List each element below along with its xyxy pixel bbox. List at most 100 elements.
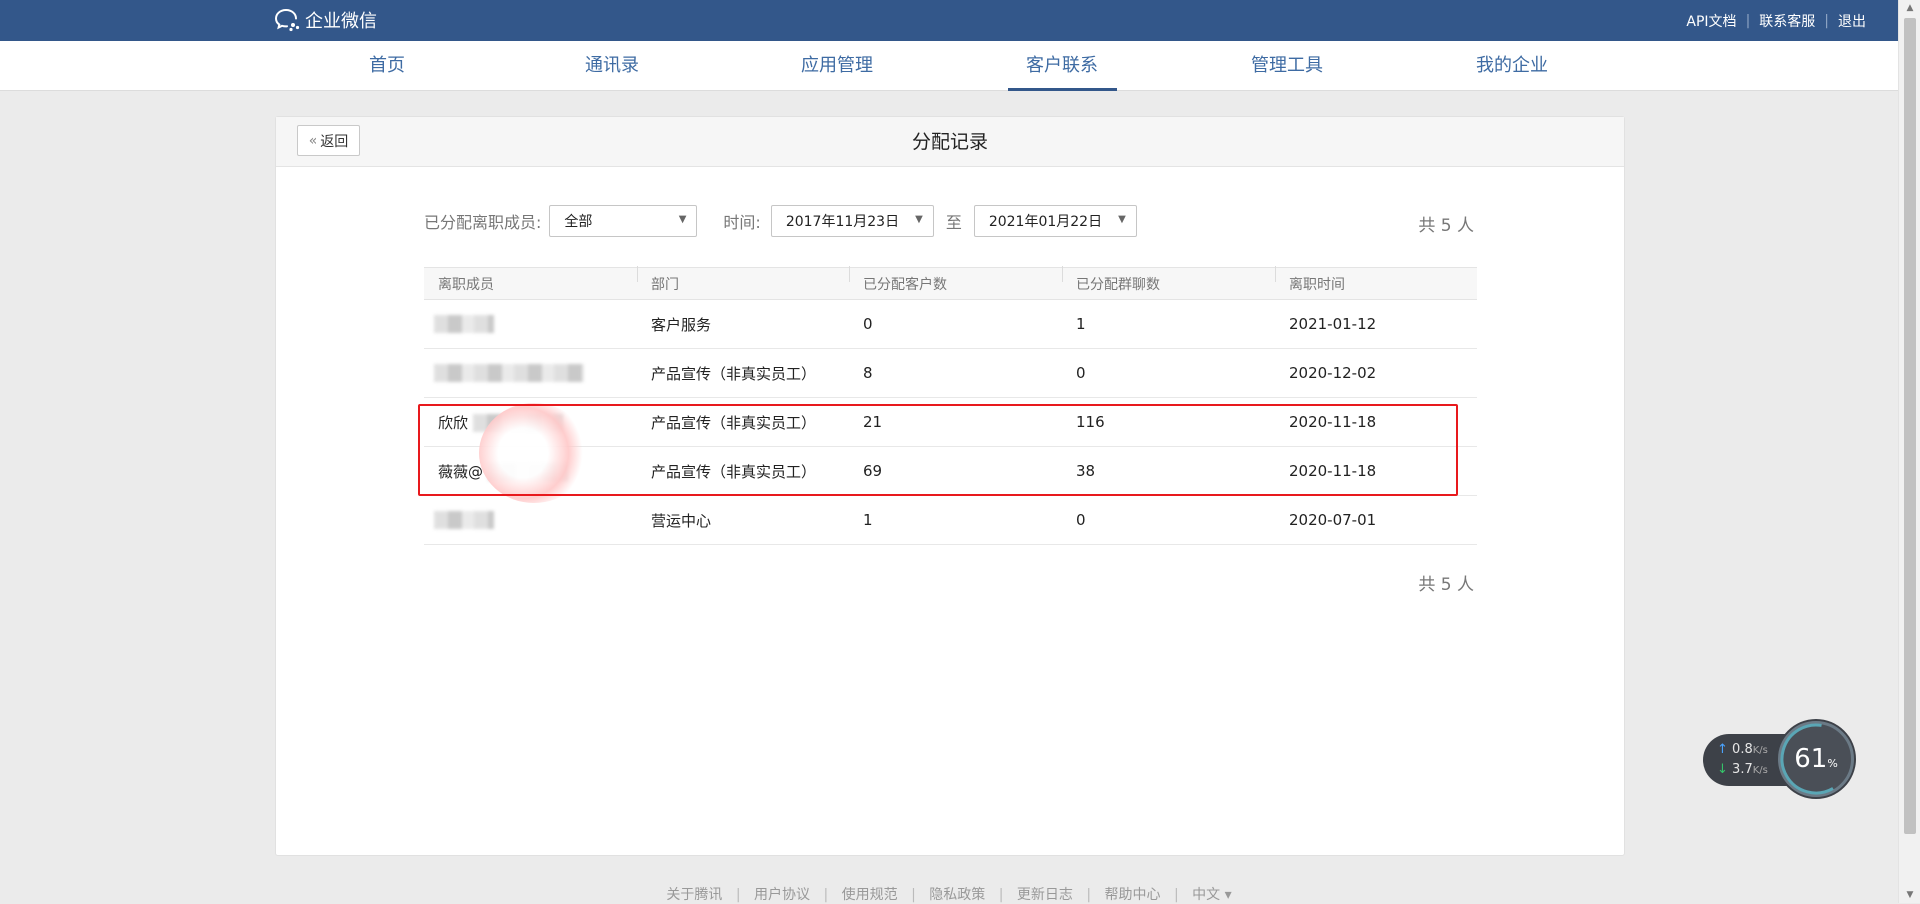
table-row: 客户服务 0 1 2021-01-12 (424, 300, 1477, 349)
scroll-down-icon[interactable]: ▼ (1899, 887, 1920, 903)
memory-usage-gauge[interactable]: 61% (1778, 721, 1854, 797)
redacted-name (472, 414, 563, 432)
customers-cell: 69 (863, 462, 883, 480)
table-row: 产品宣传（非真实员工） 8 0 2020-12-02 (424, 349, 1477, 398)
brand-logo[interactable]: 企业微信 (275, 8, 377, 32)
footer-separator: | (911, 887, 916, 903)
nav-customer-contact[interactable]: 客户联系 (1012, 41, 1112, 91)
nav-active-indicator (1008, 88, 1117, 91)
usage-percent: 61% (1794, 744, 1838, 774)
time-filter-label: 时间: (723, 213, 761, 232)
table-row: 薇薇@ 产品宣传（非真实员工） 69 38 2020-11-18 (424, 447, 1477, 496)
page-title: 分配记录 (911, 131, 988, 153)
department-cell: 产品宣传（非真实员工） (651, 462, 817, 481)
leave-date-cell: 2020-11-18 (1289, 462, 1377, 480)
customers-cell: 8 (863, 364, 873, 382)
column-header: 离职成员 (438, 276, 494, 293)
redacted-name (434, 364, 584, 383)
end-date-value: 2021年01月22日 (988, 214, 1103, 230)
top-separator: | (1824, 13, 1829, 29)
start-date-select[interactable]: 2017年11月23日 ▼ (770, 205, 934, 237)
footer-link-privacy[interactable]: 隐私政策 (929, 887, 985, 903)
footer-link-user-agreement[interactable]: 用户协议 (754, 887, 810, 903)
redacted-name (434, 511, 494, 530)
column-header: 已分配客户数 (849, 265, 1062, 294)
footer-separator: | (1086, 887, 1092, 903)
api-docs-link[interactable]: API文档 (1686, 11, 1736, 31)
start-date-value: 2017年11月23日 (785, 214, 900, 230)
table-row: 营运中心 1 0 2020-07-01 (424, 496, 1477, 545)
wecom-logo-icon (275, 9, 300, 32)
column-header: 已分配群聊数 (1062, 265, 1275, 294)
member-select-value: 全部 (564, 214, 593, 230)
nav-my-company[interactable]: 我的企业 (1462, 41, 1562, 91)
total-count-top: 共 5 人 (1418, 216, 1474, 236)
member-cell: 薇薇@ (424, 461, 637, 482)
leave-date-cell: 2020-07-01 (1289, 511, 1377, 529)
dropdown-arrow-icon: ▼ (1118, 214, 1126, 225)
member-cell (424, 364, 637, 383)
vertical-scrollbar[interactable]: ▲ ▼ (1898, 0, 1920, 903)
top-links: API文档 | 联系客服 | 退出 (1686, 11, 1866, 31)
department-cell: 客户服务 (651, 315, 712, 334)
groups-cell: 0 (1076, 511, 1086, 529)
main-nav: 首页 通讯录 应用管理 客户联系 管理工具 我的企业 (0, 41, 1898, 91)
footer-link-about[interactable]: 关于腾讯 (666, 887, 722, 903)
member-filter-label: 已分配离职成员: (424, 213, 542, 232)
records-table: 离职成员 部门 已分配客户数 已分配群聊数 离职时间 客户服务 0 1 2021… (424, 265, 1477, 545)
department-cell: 产品宣传（非真实员工） (651, 364, 817, 383)
scroll-thumb[interactable] (1904, 18, 1916, 834)
nav-home[interactable]: 首页 (337, 41, 437, 91)
upload-rate: ↑ 0.8K/s (1717, 742, 1768, 757)
department-cell: 营运中心 (651, 511, 712, 530)
redacted-name (487, 463, 568, 481)
table-row: 欣欣 产品宣传（非真实员工） 21 116 2020-11-18 (424, 398, 1477, 447)
footer-separator: | (998, 887, 1004, 903)
redacted-name (434, 315, 494, 334)
groups-cell: 116 (1076, 413, 1105, 431)
dropdown-arrow-icon: ▼ (678, 214, 687, 225)
contact-support-link[interactable]: 联系客服 (1759, 11, 1815, 31)
member-select[interactable]: 全部 ▼ (549, 205, 698, 237)
member-cell (424, 511, 637, 530)
total-count-bottom: 共 5 人 (1418, 575, 1474, 595)
customers-cell: 0 (863, 315, 873, 333)
footer-link-help[interactable]: 帮助中心 (1105, 887, 1161, 903)
nav-admin-tools[interactable]: 管理工具 (1237, 41, 1337, 91)
member-cell: 欣欣 (424, 412, 637, 433)
filter-row: 已分配离职成员: 全部 ▼ 时间: 2017年11月23日 ▼ 至 2021年0… (424, 205, 1137, 237)
column-header: 部门 (637, 265, 849, 294)
date-range-to-label: 至 (945, 213, 962, 232)
footer-separator: | (1173, 887, 1179, 903)
brand-name: 企业微信 (305, 11, 377, 32)
leave-date-cell: 2020-11-18 (1289, 413, 1377, 431)
nav-app-management[interactable]: 应用管理 (787, 41, 887, 91)
end-date-select[interactable]: 2021年01月22日 ▼ (973, 205, 1137, 237)
column-header: 离职时间 (1275, 265, 1477, 294)
download-arrow-icon: ↓ (1717, 762, 1728, 777)
groups-cell: 0 (1076, 364, 1086, 382)
leave-date-cell: 2020-12-02 (1289, 364, 1377, 382)
dropdown-arrow-icon: ▼ (915, 214, 923, 225)
groups-cell: 38 (1076, 462, 1096, 480)
nav-contacts[interactable]: 通讯录 (562, 41, 662, 91)
footer-link-usage-rules[interactable]: 使用规范 (842, 887, 898, 903)
upload-arrow-icon: ↑ (1717, 742, 1728, 757)
leave-date-cell: 2021-01-12 (1289, 315, 1377, 333)
footer-separator: | (823, 887, 829, 903)
customers-cell: 21 (863, 413, 883, 431)
member-cell (424, 315, 637, 334)
scroll-up-icon[interactable]: ▲ (1899, 0, 1920, 16)
department-cell: 产品宣传（非真实员工） (651, 413, 817, 432)
customers-cell: 1 (863, 511, 873, 529)
assignment-records-card: « 返回 分配记录 已分配离职成员: 全部 ▼ 时间: 2017年11月23日 … (275, 116, 1625, 856)
page-footer: 关于腾讯 | 用户协议 | 使用规范 | 隐私政策 | 更新日志 | 帮助中心 … (0, 884, 1898, 904)
groups-cell: 1 (1076, 315, 1086, 333)
language-select[interactable]: 中文 ▾ (1192, 887, 1231, 903)
footer-link-changelog[interactable]: 更新日志 (1017, 887, 1073, 903)
download-rate: ↓ 3.7K/s (1717, 762, 1768, 777)
footer-separator: | (735, 887, 741, 903)
logout-link[interactable]: 退出 (1838, 11, 1866, 31)
card-header: « 返回 分配记录 (276, 117, 1624, 167)
table-header: 离职成员 部门 已分配客户数 已分配群聊数 离职时间 (424, 265, 1477, 300)
